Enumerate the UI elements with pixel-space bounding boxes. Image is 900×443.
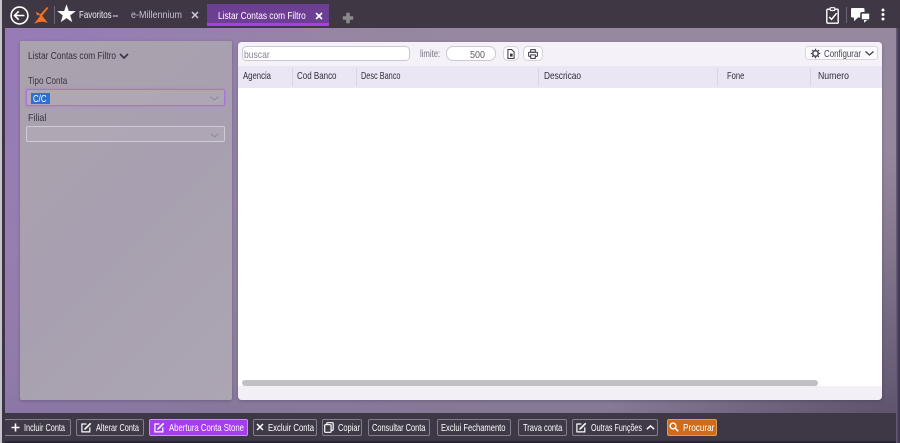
svg-text:500: 500 [470,49,485,61]
svg-text:Fone: Fone [727,70,744,82]
svg-text:limite:: limite: [420,48,440,60]
svg-text:Listar Contas com Filtro: Listar Contas com Filtro [28,50,116,62]
svg-text:Agencia: Agencia [243,70,271,82]
svg-text:Exclui Fechamento: Exclui Fechamento [441,422,506,434]
svg-text:Cod Banco: Cod Banco [297,70,337,82]
svg-text:C/C: C/C [33,93,47,105]
svg-text:Descricao: Descricao [544,70,581,82]
svg-text:Abertura Conta Stone: Abertura Conta Stone [169,422,244,434]
svg-text:Alterar Conta: Alterar Conta [96,422,139,434]
svg-text:Excluir Conta: Excluir Conta [268,422,314,434]
svg-text:Desc Banco: Desc Banco [361,70,401,82]
svg-text:e-Millennium: e-Millennium [131,9,182,21]
svg-text:Filial: Filial [28,112,46,124]
svg-text:Consultar Conta: Consultar Conta [372,422,426,434]
svg-text:Copiar: Copiar [338,422,360,434]
svg-text:Incluir Conta: Incluir Conta [24,422,65,434]
svg-text:Outras Funções: Outras Funções [591,422,642,434]
svg-text:buscar: buscar [244,49,270,61]
svg-text:Numero: Numero [818,70,849,82]
svg-text:Trava conta: Trava conta [523,422,562,434]
svg-text:Tipo Conta: Tipo Conta [28,75,67,87]
svg-text:Listar Contas com Filtro: Listar Contas com Filtro [218,10,306,22]
svg-text:Procurar: Procurar [683,422,715,434]
svg-text:Favoritos: Favoritos [79,9,112,21]
svg-text:Configurar: Configurar [824,48,861,60]
